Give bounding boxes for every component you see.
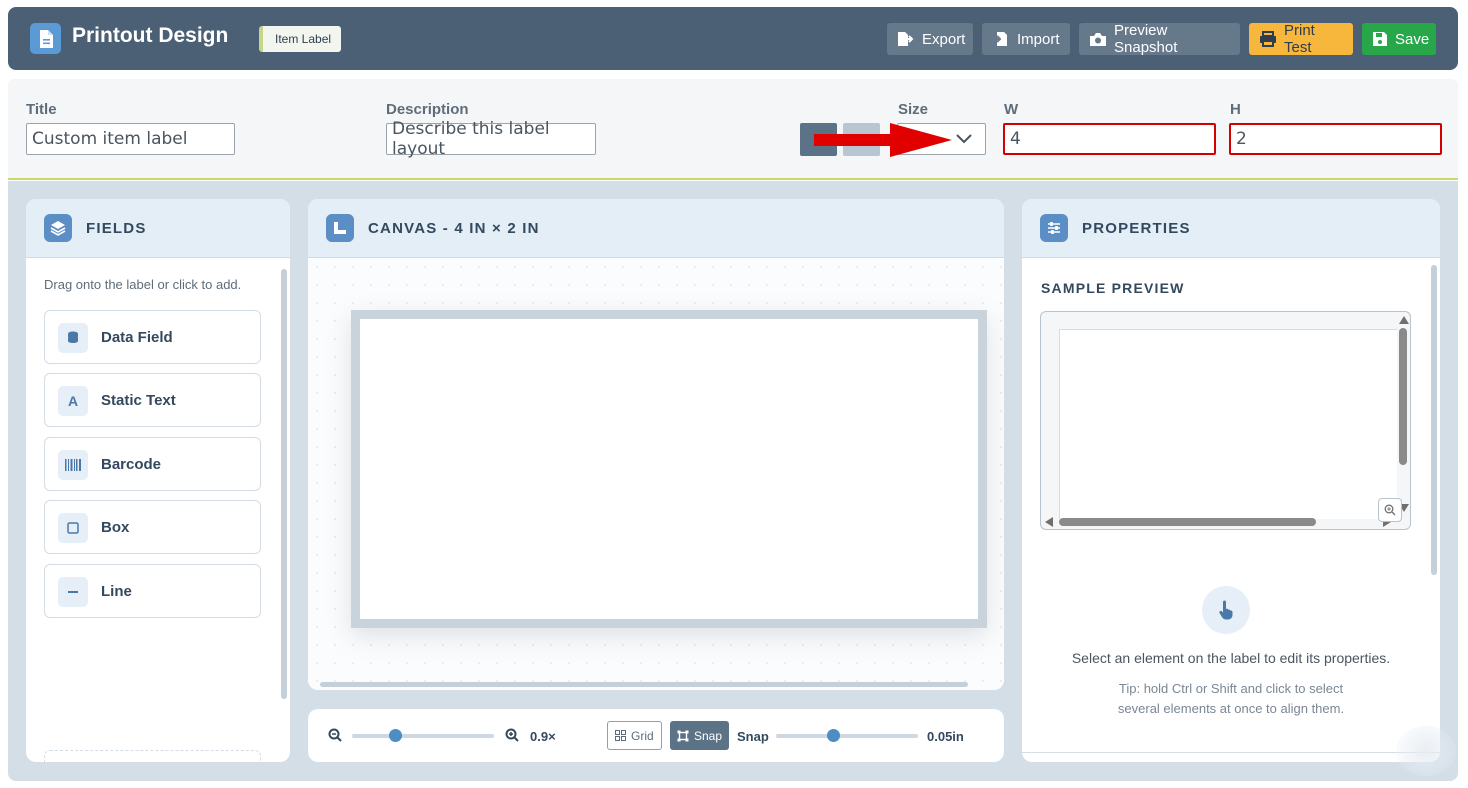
properties-divider (1022, 752, 1440, 753)
label-canvas[interactable] (351, 310, 987, 628)
description-input[interactable]: Describe this label layout (386, 119, 596, 159)
app-title: Printout Design (72, 24, 229, 47)
field-item-label: Barcode (101, 456, 162, 473)
snap-toggle-button[interactable]: Snap (670, 721, 730, 750)
line-icon (58, 577, 88, 607)
field-item-label: Line (101, 583, 132, 600)
document-icon (30, 23, 61, 54)
title-label: Title (26, 101, 57, 118)
field-item-static-text[interactable]: A Static Text (44, 373, 261, 427)
sample-preview-image (1059, 329, 1397, 519)
snap-value: 0.05in (927, 729, 964, 744)
description-label: Description (386, 101, 469, 118)
grid-toggle-button[interactable]: Grid (607, 721, 662, 750)
barcode-icon (58, 450, 88, 480)
height-label: H (1230, 101, 1241, 118)
properties-panel-header: PROPERTIES (1022, 199, 1440, 258)
sliders-icon (1040, 214, 1068, 242)
import-button[interactable]: Import (982, 23, 1070, 55)
sample-preview-title: SAMPLE PREVIEW (1041, 280, 1185, 296)
properties-empty-message: Select an element on the label to edit i… (1071, 650, 1391, 666)
field-item-label: Data Field (101, 329, 173, 346)
label-type-badge: Item Label (259, 26, 342, 52)
fields-panel-header: FIELDS (26, 199, 290, 258)
canvas-area[interactable] (308, 258, 1004, 690)
grid-icon (615, 730, 626, 741)
fields-dropzone (44, 750, 261, 762)
width-input[interactable]: 4 (1003, 123, 1216, 155)
preview-vscrollbar[interactable] (1399, 328, 1407, 465)
layers-icon (44, 214, 72, 242)
print-test-label: Print Test (1284, 22, 1315, 56)
sample-preview-box[interactable] (1040, 311, 1411, 530)
print-test-button[interactable]: Print Test (1249, 22, 1353, 56)
snap-slider-thumb[interactable] (826, 729, 840, 742)
field-item-box[interactable]: Box (44, 500, 261, 554)
zoom-in-icon (1384, 504, 1396, 516)
save-icon (1373, 32, 1387, 46)
zoom-in-icon[interactable] (505, 728, 519, 742)
canvas-panel-header: CANVAS - 4 IN × 2 IN (308, 199, 1004, 258)
ruler-icon (326, 214, 354, 242)
field-item-barcode[interactable]: Barcode (44, 437, 261, 491)
camera-icon (1090, 32, 1106, 46)
fields-panel-title: FIELDS (86, 220, 147, 237)
export-label: Export (922, 30, 966, 48)
field-item-label: Box (101, 519, 130, 536)
field-item-line[interactable]: Line (44, 564, 261, 618)
preview-hscrollbar[interactable] (1059, 518, 1316, 526)
fields-hint: Drag onto the label or click to add. (44, 277, 242, 292)
properties-scrollbar[interactable] (1431, 265, 1437, 575)
height-input[interactable]: 2 (1229, 123, 1442, 155)
title-input[interactable]: Custom item label (26, 123, 235, 155)
preview-snapshot-label: Preview Snapshot (1114, 22, 1178, 56)
import-label: Import (1017, 30, 1060, 48)
database-icon (58, 323, 88, 353)
canvas-hscrollbar[interactable] (320, 682, 968, 687)
text-icon: A (58, 386, 88, 416)
file-import-icon (993, 32, 1007, 46)
snap-icon (677, 730, 689, 741)
field-item-data-field[interactable]: Data Field (44, 310, 261, 364)
zoom-slider[interactable] (352, 734, 494, 738)
square-icon (58, 513, 88, 543)
zoom-preview-button[interactable] (1378, 498, 1402, 522)
printer-icon (1260, 31, 1276, 47)
grid-label: Grid (631, 728, 654, 743)
properties-tip-line1: Tip: hold Ctrl or Shift and click to sel… (1118, 681, 1344, 696)
zoom-bar: 0.9× Grid Snap Snap 0.05in (308, 709, 1004, 762)
export-button[interactable]: Export (887, 23, 973, 55)
save-label: Save (1395, 30, 1430, 48)
fields-panel: FIELDS Drag onto the label or click to a… (26, 199, 290, 762)
canvas-panel: CANVAS - 4 IN × 2 IN (308, 199, 1004, 690)
snap-button-label: Snap (694, 728, 723, 743)
properties-panel-title: PROPERTIES (1082, 220, 1191, 237)
fields-scrollbar[interactable] (281, 269, 287, 699)
app-header: Printout Design Item Label Export Import… (8, 7, 1458, 70)
pointer-icon (1202, 586, 1250, 634)
label-settings-bar: Title Custom item label Description Desc… (8, 79, 1458, 180)
scroll-left-icon[interactable] (1045, 517, 1053, 527)
save-button[interactable]: Save (1362, 23, 1436, 55)
width-label: W (1004, 101, 1019, 118)
field-item-label: Static Text (101, 392, 176, 409)
snap-label: Snap (737, 729, 769, 744)
zoom-slider-thumb[interactable] (388, 729, 402, 742)
canvas-panel-title: CANVAS - 4 IN × 2 IN (368, 220, 540, 237)
red-arrow-annotation (814, 123, 952, 157)
zoom-value: 0.9× (530, 729, 556, 744)
properties-tip-line2: several elements at once to align them. (1117, 701, 1345, 716)
preview-snapshot-button[interactable]: Preview Snapshot (1079, 22, 1240, 56)
size-label: Size (898, 101, 929, 118)
snap-slider[interactable] (776, 734, 918, 738)
file-export-icon (898, 32, 914, 46)
floating-help-bubble[interactable] (1396, 726, 1456, 776)
scroll-up-icon[interactable] (1399, 316, 1409, 324)
zoom-out-icon[interactable] (328, 728, 342, 742)
chevron-down-icon (956, 134, 972, 144)
